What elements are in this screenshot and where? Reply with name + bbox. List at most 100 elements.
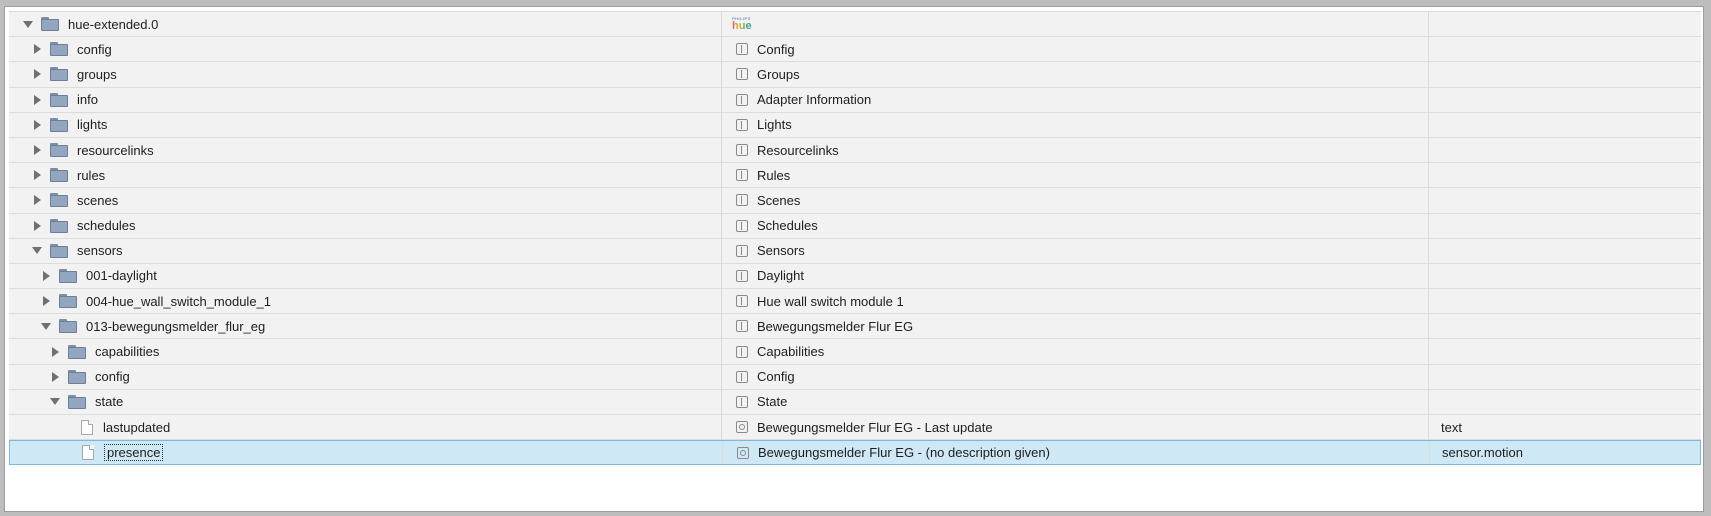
description-cell: Config — [722, 364, 1429, 389]
folder-icon — [68, 344, 86, 359]
type-cell — [1429, 214, 1701, 238]
collapse-arrow-icon[interactable] — [21, 17, 35, 31]
object-description: Capabilities — [757, 344, 825, 360]
hue-logo-icon: PHILIPS hue — [732, 15, 752, 32]
object-name: 004-hue_wall_switch_module_1 — [86, 293, 272, 309]
type-cell — [1429, 314, 1701, 338]
tree-row-12[interactable]: 013-bewegungsmelder_flur_eg Bewegungsmeld… — [9, 314, 1701, 340]
object-description: Groups — [757, 66, 800, 82]
channel-role-icon — [736, 93, 748, 106]
description-cell: Schedules — [722, 213, 1429, 238]
channel-role-icon — [736, 219, 748, 232]
expand-arrow-icon[interactable] — [39, 269, 53, 283]
description-cell: Lights — [722, 112, 1429, 137]
folder-icon — [50, 117, 68, 132]
object-type: sensor.motion — [1442, 445, 1523, 461]
name-cell: config — [9, 37, 722, 62]
description-cell: Bewegungsmelder Flur EG — [722, 314, 1429, 339]
tree-row-6[interactable]: rules Rules — [9, 163, 1701, 189]
folder-icon — [50, 92, 68, 107]
collapse-arrow-icon[interactable] — [30, 244, 44, 258]
tree-row-0[interactable]: hue-extended.0 PHILIPS hue — [9, 12, 1701, 38]
name-cell: 004-hue_wall_switch_module_1 — [9, 289, 722, 314]
description-cell: Bewegungsmelder Flur EG - (no descriptio… — [723, 441, 1430, 465]
tree-row-17[interactable]: presence Bewegungsmelder Flur EG - (no de… — [9, 440, 1701, 466]
tree-row-13[interactable]: capabilities Capabilities — [9, 339, 1701, 365]
type-cell: text — [1429, 415, 1701, 439]
description-cell: PHILIPS hue — [722, 12, 1429, 37]
object-description: Lights — [757, 117, 792, 133]
tree-row-15[interactable]: state State — [9, 389, 1701, 415]
expand-arrow-icon[interactable] — [30, 42, 44, 56]
expand-arrow-icon[interactable] — [30, 67, 44, 81]
expand-arrow-icon[interactable] — [30, 93, 44, 107]
file-icon — [82, 445, 94, 461]
type-cell — [1429, 12, 1701, 36]
object-description: Daylight — [757, 268, 804, 284]
collapse-arrow-icon[interactable] — [39, 319, 53, 333]
name-cell: lights — [9, 112, 722, 137]
tree-row-4[interactable]: lights Lights — [9, 112, 1701, 138]
channel-role-icon — [736, 345, 748, 358]
object-name: capabilities — [95, 344, 160, 360]
expand-arrow-icon[interactable] — [30, 118, 44, 132]
channel-role-icon — [736, 370, 748, 383]
tree-row-10[interactable]: 001-daylight Daylight — [9, 263, 1701, 290]
object-name: sensors — [77, 243, 123, 259]
object-name: config — [95, 369, 130, 385]
expand-arrow-icon[interactable] — [30, 143, 44, 157]
type-cell — [1429, 113, 1701, 137]
folder-icon — [50, 193, 68, 208]
tree-row-9[interactable]: sensors Sensors — [9, 238, 1701, 264]
description-cell: Capabilities — [722, 339, 1429, 364]
description-cell: Rules — [722, 163, 1429, 188]
tree-row-14[interactable]: config Config — [9, 364, 1701, 390]
folder-icon — [50, 168, 68, 183]
expand-arrow-icon[interactable] — [30, 193, 44, 207]
name-cell: groups — [9, 62, 722, 87]
type-cell: sensor.motion — [1430, 441, 1700, 464]
folder-icon — [50, 67, 68, 82]
tree-row-2[interactable]: groups Groups — [9, 62, 1701, 88]
description-cell: Resourcelinks — [722, 137, 1429, 163]
folder-icon — [41, 17, 59, 32]
name-cell: state — [9, 389, 722, 414]
object-name: info — [77, 92, 98, 108]
tree-row-16[interactable]: lastupdated Bewegungsmelder Flur EG - Las… — [9, 415, 1701, 441]
expand-arrow-icon[interactable] — [48, 345, 62, 359]
channel-role-icon — [736, 194, 748, 207]
tree-row-11[interactable]: 004-hue_wall_switch_module_1 Hue wall swi… — [9, 289, 1701, 315]
type-cell — [1429, 163, 1701, 187]
tree-row-5[interactable]: resourcelinks Resourcelinks — [9, 137, 1701, 164]
object-description: Adapter Information — [757, 92, 872, 108]
object-name: state — [95, 394, 124, 410]
type-cell — [1429, 239, 1701, 263]
tree-row-3[interactable]: info Adapter Information — [9, 87, 1701, 113]
type-cell — [1429, 365, 1701, 389]
object-name: schedules — [77, 218, 136, 234]
channel-role-icon — [736, 118, 748, 131]
name-cell: config — [9, 364, 722, 389]
object-description: Bewegungsmelder Flur EG — [757, 318, 914, 334]
tree-row-7[interactable]: scenes Scenes — [9, 188, 1701, 214]
object-description: Bewegungsmelder Flur EG - Last update — [757, 419, 993, 435]
name-cell: hue-extended.0 — [9, 12, 722, 37]
tree-row-8[interactable]: schedules Schedules — [9, 213, 1701, 239]
channel-role-icon — [736, 320, 748, 333]
expand-arrow-icon[interactable] — [48, 370, 62, 384]
collapse-arrow-icon[interactable] — [48, 395, 62, 409]
object-description: Config — [757, 41, 795, 57]
name-cell: sensors — [9, 238, 722, 263]
type-cell — [1429, 390, 1701, 414]
state-role-icon — [736, 421, 748, 434]
channel-role-icon — [736, 169, 748, 182]
object-name: 001-daylight — [86, 268, 157, 284]
name-cell: lastupdated — [9, 415, 722, 440]
object-description: State — [757, 394, 788, 410]
tree-row-1[interactable]: config Config — [9, 37, 1701, 63]
expand-arrow-icon[interactable] — [39, 294, 53, 308]
expand-arrow-icon[interactable] — [30, 219, 44, 233]
expand-arrow-icon[interactable] — [30, 168, 44, 182]
name-cell: schedules — [9, 213, 722, 238]
type-cell — [1429, 37, 1701, 61]
